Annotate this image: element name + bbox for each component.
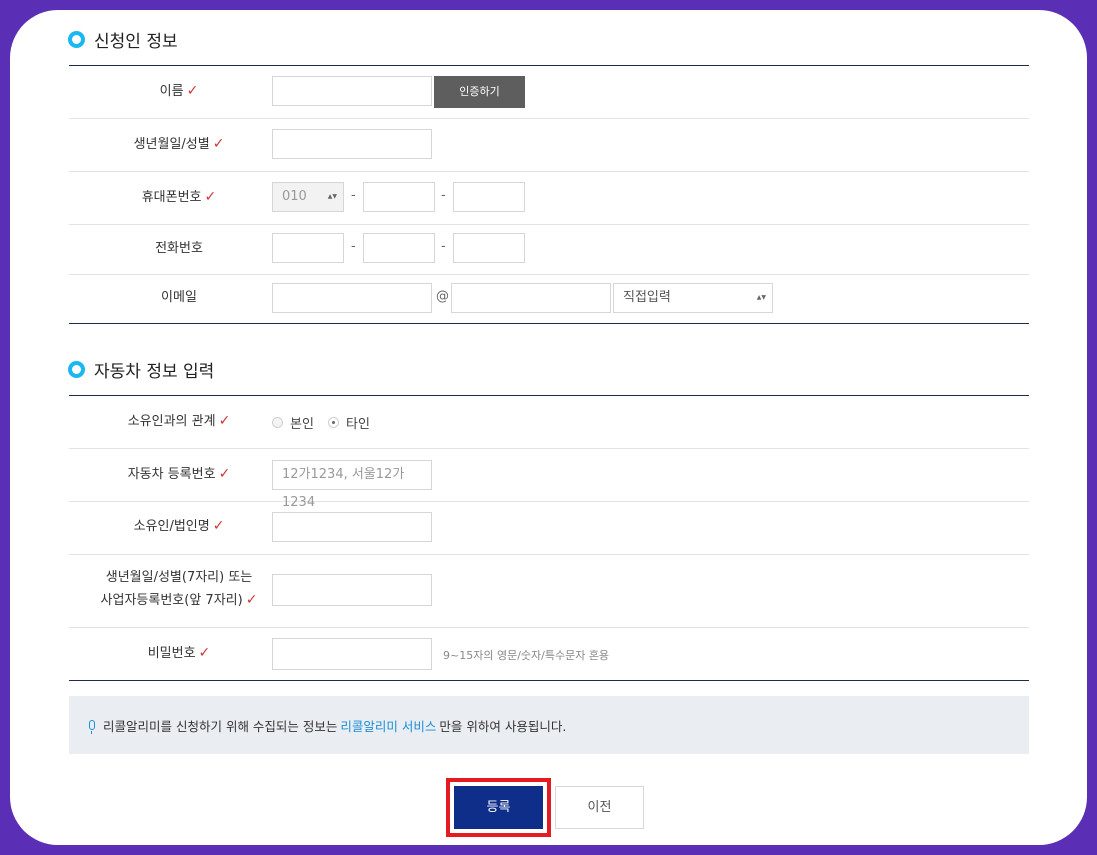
submit-button[interactable]: 등록 bbox=[446, 778, 551, 837]
label-name: 이름 ✓ bbox=[159, 83, 199, 99]
row-relation: 소유인과의 관계 ✓ 본인 타인 bbox=[69, 396, 1029, 449]
label-id: 생년월일/성별(7자리) 또는 사업자등록번호(앞 7자리) ✓ bbox=[100, 570, 258, 608]
bullet-icon bbox=[68, 361, 85, 378]
dash: - bbox=[351, 188, 356, 203]
check-icon: ✓ bbox=[198, 645, 211, 661]
row-email: 이메일 @ 직접입력 ▲▼ bbox=[69, 275, 1029, 323]
label-email: 이메일 bbox=[161, 290, 197, 305]
section-title-vehicle: 자동차 정보 입력 bbox=[68, 357, 214, 382]
label-birth: 생년월일/성별 ✓ bbox=[133, 136, 225, 152]
row-id: 생년월일/성별(7자리) 또는 사업자등록번호(앞 7자리) ✓ bbox=[69, 555, 1029, 628]
auth-button[interactable]: 인증하기 bbox=[434, 76, 525, 108]
select-arrow-icon: ▲▼ bbox=[756, 294, 766, 301]
section-title-text: 자동차 정보 입력 bbox=[94, 362, 215, 382]
plate-input[interactable]: 12가1234, 서울12가1234 bbox=[272, 460, 432, 510]
mobile-prefix-select[interactable]: 010 ▲▼ bbox=[272, 182, 344, 212]
section-title-text: 신청인 정보 bbox=[94, 32, 178, 52]
check-icon: ✓ bbox=[218, 413, 231, 429]
notice-text: 리콜알리미를 신청하기 위해 수집되는 정보는 bbox=[103, 718, 338, 734]
email-domain-input[interactable] bbox=[451, 283, 611, 313]
row-password: 비밀번호 ✓ 9~15자의 영문/숫자/특수문자 혼용 bbox=[69, 628, 1029, 680]
radio-other[interactable]: 타인 bbox=[328, 413, 370, 432]
phone-last-input[interactable] bbox=[453, 233, 525, 263]
row-mobile: 휴대폰번호 ✓ 010 ▲▼ - - bbox=[69, 172, 1029, 225]
label-relation: 소유인과의 관계 ✓ bbox=[127, 413, 231, 429]
notice-link[interactable]: 리콜알리미 서비스 bbox=[340, 716, 436, 735]
notice-box: 리콜알리미를 신청하기 위해 수집되는 정보는 리콜알리미 서비스 만을 위하여… bbox=[69, 696, 1029, 754]
page-frame: 신청인 정보 이름 ✓ 인증하기 생년월일/성별 ✓ 휴대폰번호 ✓ 010 ▲▼ - … bbox=[10, 10, 1087, 845]
dash: - bbox=[441, 239, 446, 254]
check-icon: ✓ bbox=[218, 466, 231, 482]
id-input[interactable] bbox=[272, 574, 432, 606]
dash: - bbox=[441, 188, 446, 203]
password-hint: 9~15자의 영문/숫자/특수문자 혼용 bbox=[443, 649, 610, 662]
check-icon: ✓ bbox=[204, 189, 217, 205]
name-input[interactable] bbox=[272, 76, 432, 106]
row-phone: 전화번호 - - bbox=[69, 225, 1029, 275]
dash: - bbox=[351, 239, 356, 254]
phone-first-input[interactable] bbox=[272, 233, 344, 263]
radio-circle-icon bbox=[272, 417, 283, 428]
email-domain-select[interactable]: 직접입력 ▲▼ bbox=[613, 283, 773, 313]
label-owner: 소유인/법인명 ✓ bbox=[133, 518, 225, 534]
check-icon: ✓ bbox=[186, 83, 199, 99]
bullet-icon bbox=[68, 31, 85, 48]
row-owner: 소유인/법인명 ✓ bbox=[69, 502, 1029, 555]
mobile-mid-input[interactable] bbox=[363, 182, 435, 212]
label-mobile: 휴대폰번호 ✓ bbox=[141, 189, 217, 205]
label-plate: 자동차 등록번호 ✓ bbox=[127, 466, 231, 482]
select-arrow-icon: ▲▼ bbox=[327, 193, 337, 200]
birth-input[interactable] bbox=[272, 129, 432, 159]
check-icon: ✓ bbox=[245, 592, 258, 608]
radio-selected-icon bbox=[328, 417, 339, 428]
mic-icon bbox=[89, 720, 95, 734]
email-id-input[interactable] bbox=[272, 283, 432, 313]
vehicle-table: 소유인과의 관계 ✓ 본인 타인 자동차 등록번호 ✓ 12가1234, 서울12가… bbox=[69, 395, 1029, 681]
row-name: 이름 ✓ 인증하기 bbox=[69, 66, 1029, 119]
phone-mid-input[interactable] bbox=[363, 233, 435, 263]
check-icon: ✓ bbox=[212, 518, 225, 534]
section-title-applicant: 신청인 정보 bbox=[68, 27, 178, 52]
radio-self[interactable]: 본인 bbox=[272, 413, 314, 432]
at-sign: @ bbox=[436, 289, 449, 304]
label-password: 비밀번호 ✓ bbox=[147, 645, 211, 661]
row-birth: 생년월일/성별 ✓ bbox=[69, 119, 1029, 172]
owner-input[interactable] bbox=[272, 512, 432, 542]
password-input[interactable] bbox=[272, 638, 432, 670]
label-phone: 전화번호 bbox=[155, 241, 203, 256]
prev-button[interactable]: 이전 bbox=[555, 786, 644, 829]
applicant-table: 이름 ✓ 인증하기 생년월일/성별 ✓ 휴대폰번호 ✓ 010 ▲▼ - - 전화번호 … bbox=[69, 65, 1029, 324]
row-plate: 자동차 등록번호 ✓ 12가1234, 서울12가1234 bbox=[69, 449, 1029, 510]
mobile-last-input[interactable] bbox=[453, 182, 525, 212]
check-icon: ✓ bbox=[212, 136, 225, 152]
notice-text: 만을 위하여 사용됩니다. bbox=[439, 718, 567, 734]
